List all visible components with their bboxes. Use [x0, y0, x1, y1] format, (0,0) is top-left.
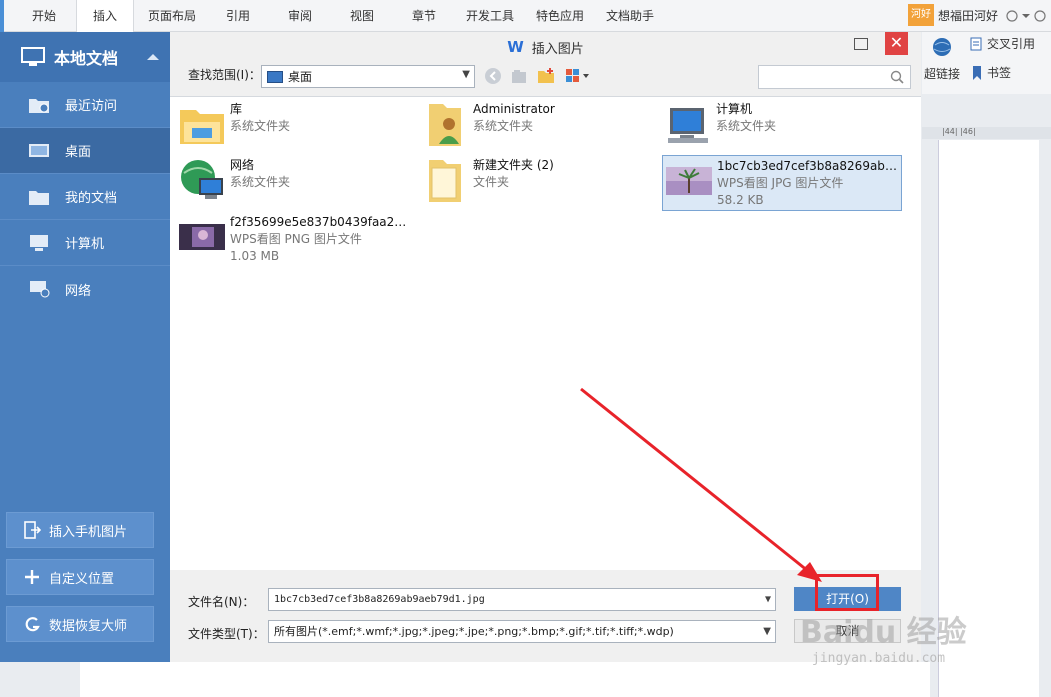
baidu-watermark: Baidu 经验	[800, 615, 967, 650]
annotation-arrow	[580, 387, 822, 582]
watermark-url: jingyan.baidu.com	[812, 651, 946, 666]
annotation-highlight-box	[815, 574, 879, 611]
